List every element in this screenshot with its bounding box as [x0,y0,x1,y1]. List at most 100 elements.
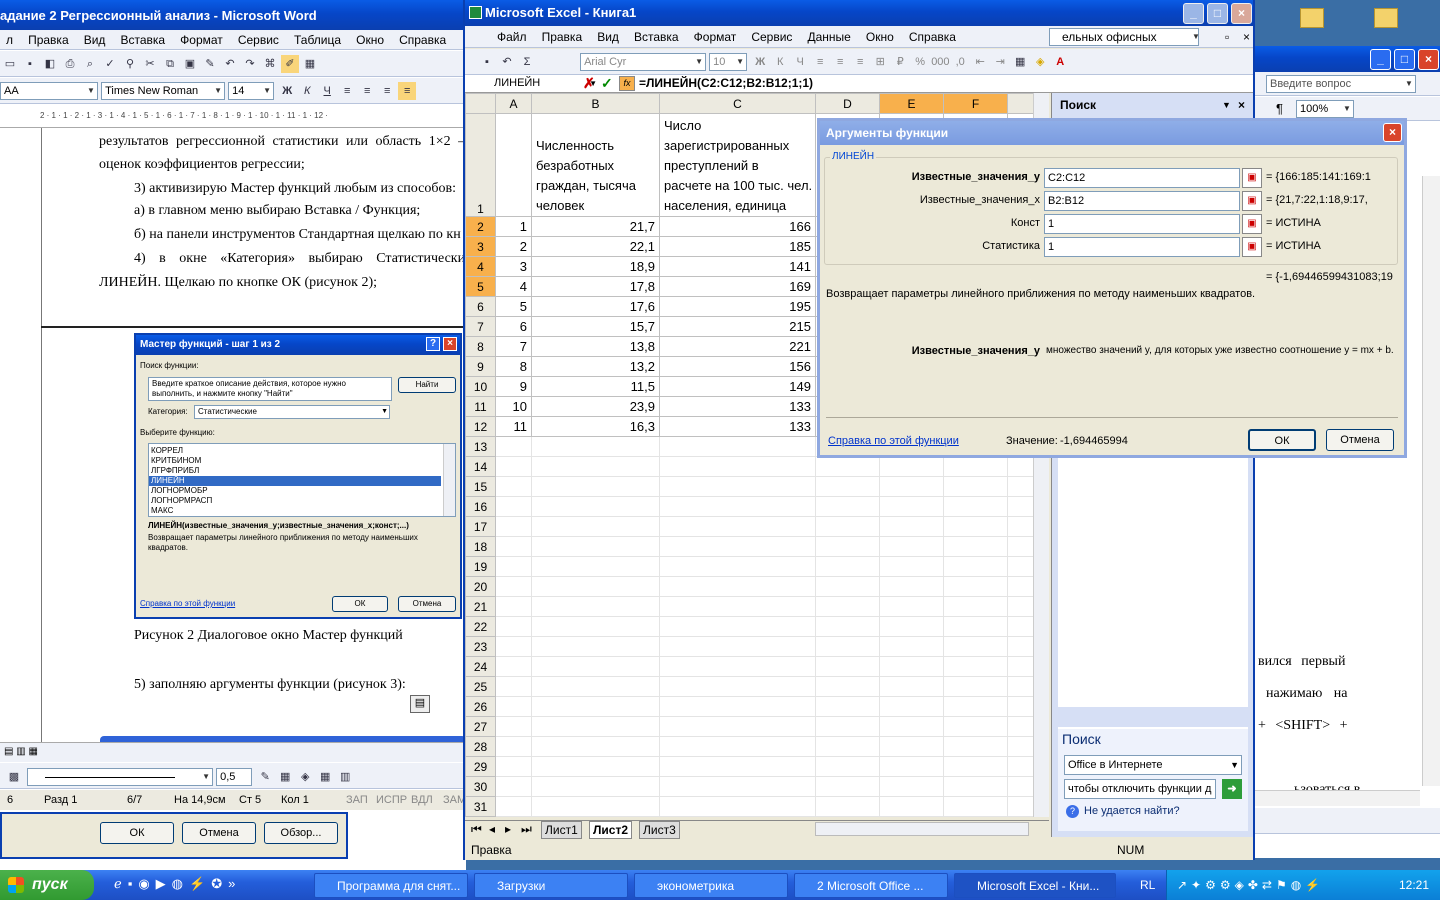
cell[interactable] [659,676,816,697]
row-header[interactable]: 24 [465,656,496,677]
row-header[interactable]: 22 [465,616,496,637]
cell[interactable] [815,736,880,757]
cell[interactable]: 2 [495,236,532,257]
fill-icon[interactable]: ◈ [296,768,314,786]
cell[interactable] [815,776,880,797]
right-vscrollbar[interactable] [1422,176,1440,786]
list-scrollbar[interactable] [443,444,455,516]
excel-font-select[interactable]: Arial Cyr ▼ [580,53,707,71]
cell[interactable] [1007,656,1033,677]
justify-icon[interactable]: ≡ [398,82,417,100]
browser-icon[interactable]: ◉ [138,876,155,891]
cell[interactable] [879,576,944,597]
dialog-ok-button[interactable]: ОК [100,822,174,844]
word-menu-table[interactable]: Таблица [288,30,347,50]
cell[interactable] [1007,676,1033,697]
cell[interactable]: 22,1 [531,236,660,257]
cell[interactable] [1007,736,1033,757]
copy-icon[interactable]: ⧉ [161,55,179,73]
taskbar-item[interactable]: 2 Microsoft Office ... [794,873,948,898]
minimize-button[interactable]: _ [1183,3,1204,24]
line-width-select[interactable]: 0,5 [216,768,253,786]
column-header[interactable]: C [659,93,816,114]
excel-menu-format[interactable]: Формат [688,26,743,48]
excel-menu-edit[interactable]: Правка [536,26,589,48]
cell[interactable] [879,476,944,497]
align-center-icon[interactable]: ≡ [358,82,376,100]
app-icon[interactable]: ✪ [211,876,228,891]
row-header[interactable]: 18 [465,536,496,557]
cell[interactable] [815,456,880,477]
args-ok-button[interactable]: ОК [1248,429,1316,451]
research-icon[interactable]: ⚲ [121,55,139,73]
cell[interactable] [815,556,880,577]
cell[interactable] [1007,456,1033,477]
excel-menu-file[interactable]: Файл [491,26,533,48]
row-header[interactable]: 17 [465,516,496,537]
bold-icon[interactable]: Ж [751,53,769,71]
header-cell-c[interactable]: Число зарегистрированных преступлений в … [659,113,816,217]
row-header[interactable]: 31 [465,796,496,817]
cell[interactable]: 8 [495,356,532,377]
args-cancel-button[interactable]: Отмена [1326,429,1394,451]
row-header[interactable]: 8 [465,336,496,357]
cell[interactable]: 9 [495,376,532,397]
word-menu-view[interactable]: Вид [78,30,112,50]
cell[interactable] [879,496,944,517]
close-icon[interactable]: × [443,337,457,351]
cell[interactable]: 18,9 [531,256,660,277]
currency-icon[interactable]: ₽ [891,53,909,71]
collapse-dialog-icon[interactable]: ▣ [1242,191,1262,211]
cell[interactable] [531,556,660,577]
tab-scroll-prev-icon[interactable]: ◂ [489,821,495,837]
font-select[interactable]: Times New Roman ▼ [101,82,226,100]
cell[interactable]: 169 [659,276,816,297]
cell[interactable] [943,616,1008,637]
cell[interactable] [531,616,660,637]
cell[interactable] [1007,776,1033,797]
ie-icon[interactable]: ℯ [114,876,128,891]
row-header[interactable]: 11 [465,396,496,417]
cell[interactable] [659,776,816,797]
cell[interactable] [495,736,532,757]
close-icon[interactable]: × [1237,26,1256,48]
tab-scroll-next-icon[interactable]: ▸ [505,821,511,837]
cell[interactable] [1007,636,1033,657]
cell[interactable] [659,656,816,677]
row-header[interactable]: 12 [465,416,496,437]
align-left-icon[interactable]: ≡ [811,53,829,71]
cell[interactable]: 11,5 [531,376,660,397]
cell[interactable] [659,816,816,817]
cell[interactable] [879,636,944,657]
cell[interactable] [943,556,1008,577]
cell[interactable]: 23,9 [531,396,660,417]
spelling-icon[interactable]: ✓ [101,55,119,73]
column-header[interactable]: D [815,93,880,114]
list-item[interactable]: КОРРЕЛ [149,446,455,456]
cell[interactable]: 5 [495,296,532,317]
collapse-dialog-icon[interactable]: ▣ [1242,214,1262,234]
cell[interactable] [495,656,532,677]
cell[interactable] [1007,616,1033,637]
cell[interactable] [943,816,1008,817]
header-cell-b[interactable]: Численность безработных граждан, тысяча … [531,113,660,217]
cell[interactable] [659,576,816,597]
cell[interactable] [943,596,1008,617]
word-menu-file[interactable]: л [0,30,19,50]
ask-question-input[interactable]: Введите вопрос ▼ [1266,75,1416,93]
cell[interactable] [815,476,880,497]
line-style-select[interactable]: ▼ [27,768,214,786]
cell[interactable]: 7 [495,336,532,357]
cell[interactable] [495,676,532,697]
chevron-down-icon[interactable]: ▼ [1222,93,1231,117]
cell[interactable] [815,656,880,677]
cell[interactable] [815,816,880,817]
maximize-button[interactable]: □ [1394,49,1415,70]
search-source-select[interactable]: Office в Интернете ▼ [1064,755,1242,775]
cell[interactable] [879,596,944,617]
cell[interactable]: 4 [495,276,532,297]
sheet-tab-active[interactable]: Лист2 [589,821,633,839]
cell[interactable] [943,756,1008,777]
cell[interactable] [943,736,1008,757]
size-select[interactable]: 14 ▼ [228,82,275,100]
